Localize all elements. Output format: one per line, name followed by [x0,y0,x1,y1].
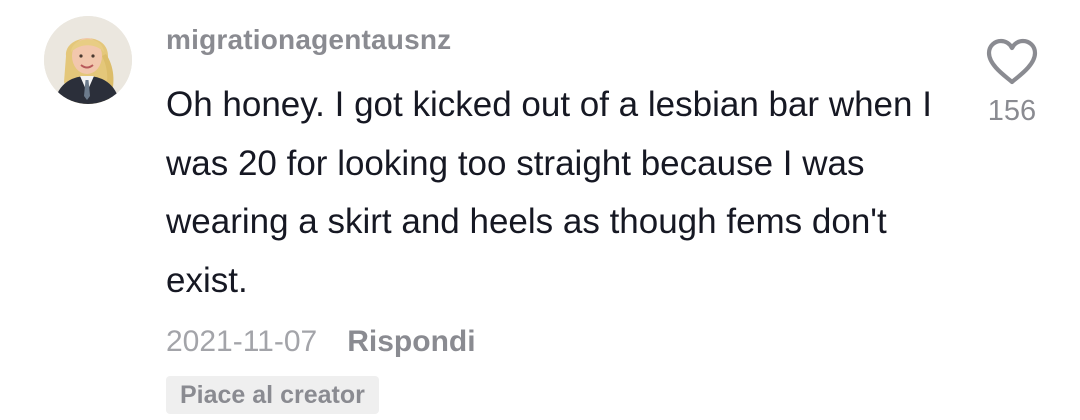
avatar[interactable] [44,16,132,104]
user-avatar-icon [44,16,132,104]
comment-text: Oh honey. I got kicked out of a lesbian … [166,85,932,300]
heart-icon [986,38,1038,85]
comment-meta: 2021-11-07 Rispondi [166,322,476,362]
creator-liked-badge: Piace al creator [166,376,379,414]
reply-button[interactable]: Rispondi [347,322,475,362]
username[interactable]: migrationagentausnz [166,22,451,58]
like-button[interactable] [984,38,1040,86]
like-count: 156 [987,95,1037,127]
comment-item: migrationagentausnz Oh honey. I got kick… [0,0,1080,420]
comment-date: 2021-11-07 [166,325,318,358]
